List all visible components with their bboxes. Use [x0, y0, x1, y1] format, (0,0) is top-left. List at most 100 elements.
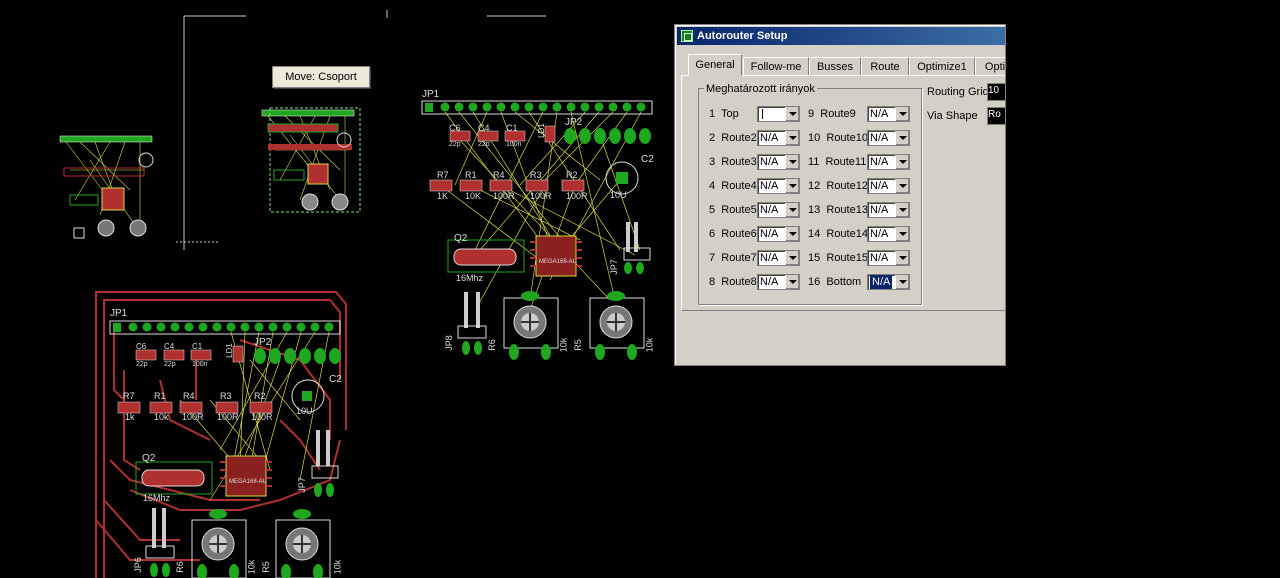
dialog-titlebar[interactable]: Autorouter Setup	[677, 27, 1005, 45]
pcb-board-bottom[interactable]	[95, 291, 347, 578]
pot-r5-right	[589, 291, 645, 360]
layer-6-direction-select[interactable]: N/A	[757, 226, 800, 242]
layer-15-direction-select[interactable]: N/A	[867, 250, 910, 266]
label-r5v-bottom: 10k	[332, 559, 343, 575]
via-shape-select[interactable]: Ro	[987, 107, 1005, 125]
layer-12-direction-select[interactable]: N/A	[867, 178, 910, 194]
label-r6-right: R6	[486, 339, 497, 351]
layer-row-label: 10 Route10	[808, 132, 868, 144]
preferred-directions-title: Meghatározott irányok	[704, 83, 817, 95]
routing-grid-label: Routing Grid	[927, 86, 989, 98]
chevron-down-icon[interactable]	[895, 203, 909, 217]
chevron-down-icon[interactable]	[895, 251, 909, 265]
mini-board-1[interactable]	[59, 135, 154, 239]
label-jp1-right: JP1	[422, 89, 440, 100]
layer-9-direction-select[interactable]: N/A	[867, 106, 910, 122]
crystal-bottom	[141, 469, 205, 487]
tab-follow-me[interactable]: Follow-me	[743, 57, 809, 75]
layer-14-direction-select[interactable]: N/A	[867, 226, 910, 242]
layer-4-direction-select[interactable]: N/A	[757, 178, 800, 194]
resistors-right	[429, 179, 585, 192]
pcb-board-right[interactable]	[421, 100, 653, 360]
layer-row-label: 8 Route8	[709, 276, 757, 288]
layer-row-label: 4 Route4	[709, 180, 757, 192]
via-shape-label: Via Shape	[927, 110, 978, 122]
label-r7-bottom: R7	[123, 391, 135, 401]
chevron-down-icon[interactable]	[785, 251, 799, 265]
c2-pad-bottom	[302, 391, 312, 401]
label-ic-bottom: MEGA168-AU	[229, 479, 268, 485]
layer-row-label: 7 Route7	[709, 252, 757, 264]
jp2-pads-bottom	[254, 348, 341, 364]
tab-busses[interactable]: Busses	[809, 57, 861, 75]
dialog-title: Autorouter Setup	[697, 30, 788, 42]
label-c6v-bottom: 22p	[136, 361, 148, 368]
label-r2-right: R2	[566, 170, 578, 180]
tab-route[interactable]: Route	[861, 57, 909, 75]
label-qv-right: 16Mhz	[456, 273, 484, 283]
label-c1-bottom: C1	[192, 342, 203, 351]
chevron-down-icon[interactable]	[895, 155, 909, 169]
label-r6v-right: 10k	[558, 337, 569, 353]
routing-grid-input[interactable]: 10	[987, 83, 1005, 101]
crystal-right	[453, 248, 517, 266]
label-ld1-bottom: LD1	[224, 343, 234, 358]
autorouter-setup-dialog: Autorouter Setup General Follow-me Busse…	[674, 24, 1006, 366]
tab-optimize1[interactable]: Optimize1	[909, 57, 975, 75]
layer-2-direction-select[interactable]: N/A	[757, 130, 800, 146]
layer-16-direction-select[interactable]: N/A	[867, 274, 910, 290]
chevron-down-icon[interactable]	[785, 155, 799, 169]
label-c1v-right: 100n	[506, 141, 522, 148]
layer-5-direction-select[interactable]: N/A	[757, 202, 800, 218]
tab-optimize2[interactable]: Opti	[975, 57, 1005, 75]
label-jp2-right: JP2	[565, 117, 583, 128]
chevron-down-icon[interactable]	[785, 203, 799, 217]
layer-7-direction-select[interactable]: N/A	[757, 250, 800, 266]
label-c4-bottom: C4	[164, 342, 175, 351]
label-r5v-right: 10k	[644, 337, 655, 353]
layer-13-direction-select[interactable]: N/A	[867, 202, 910, 218]
mini-board-2[interactable]	[261, 107, 361, 213]
label-jp2-bottom: JP2	[254, 337, 272, 348]
label-q2-bottom: Q2	[142, 453, 156, 464]
label-c6-bottom: C6	[136, 342, 147, 351]
pot-r6-right	[503, 291, 559, 360]
label-r5-bottom: R5	[260, 561, 271, 573]
label-r7-right: R7	[437, 170, 449, 180]
pcb-canvas[interactable]	[0, 0, 1280, 578]
chevron-down-icon[interactable]	[895, 275, 909, 289]
layer-3-direction-select[interactable]: N/A	[757, 154, 800, 170]
label-c6v-right: 22p	[449, 141, 461, 148]
label-r3v-right: 100R	[530, 191, 552, 201]
chevron-down-icon[interactable]	[785, 227, 799, 241]
label-r4v-right: 100R	[493, 191, 515, 201]
label-jp7-right: JP7	[608, 259, 619, 275]
label-r3-bottom: R3	[220, 391, 232, 401]
chevron-down-icon[interactable]	[785, 131, 799, 145]
layer-11-direction-select[interactable]: N/A	[867, 154, 910, 170]
label-c1-right: C1	[506, 123, 518, 133]
layer-row-label: 9 Route9	[808, 108, 856, 120]
tab-general[interactable]: General	[688, 54, 742, 76]
label-c4-right: C4	[478, 123, 490, 133]
label-jp7-bottom: JP7	[296, 477, 307, 493]
layer-row-label: 1 Top	[709, 108, 739, 120]
layer-row-label: 6 Route6	[709, 228, 757, 240]
jp6-bottom	[145, 508, 175, 577]
chevron-down-icon[interactable]	[785, 107, 799, 121]
chevron-down-icon[interactable]	[785, 275, 799, 289]
chevron-down-icon[interactable]	[895, 107, 909, 121]
chevron-down-icon[interactable]	[785, 179, 799, 193]
jp7-right	[623, 222, 651, 274]
label-r7v-bottom: 1k	[125, 412, 135, 422]
ic-right	[535, 235, 577, 277]
chevron-down-icon[interactable]	[895, 227, 909, 241]
chevron-down-icon[interactable]	[895, 131, 909, 145]
label-q2-right: Q2	[454, 233, 468, 244]
layer-1-direction-select[interactable]	[757, 106, 800, 122]
layer-8-direction-select[interactable]: N/A	[757, 274, 800, 290]
chevron-down-icon[interactable]	[895, 179, 909, 193]
layer-10-direction-select[interactable]: N/A	[867, 130, 910, 146]
label-r6v-bottom: 10k	[246, 559, 257, 575]
layer-row-label: 14 Route14	[808, 228, 868, 240]
